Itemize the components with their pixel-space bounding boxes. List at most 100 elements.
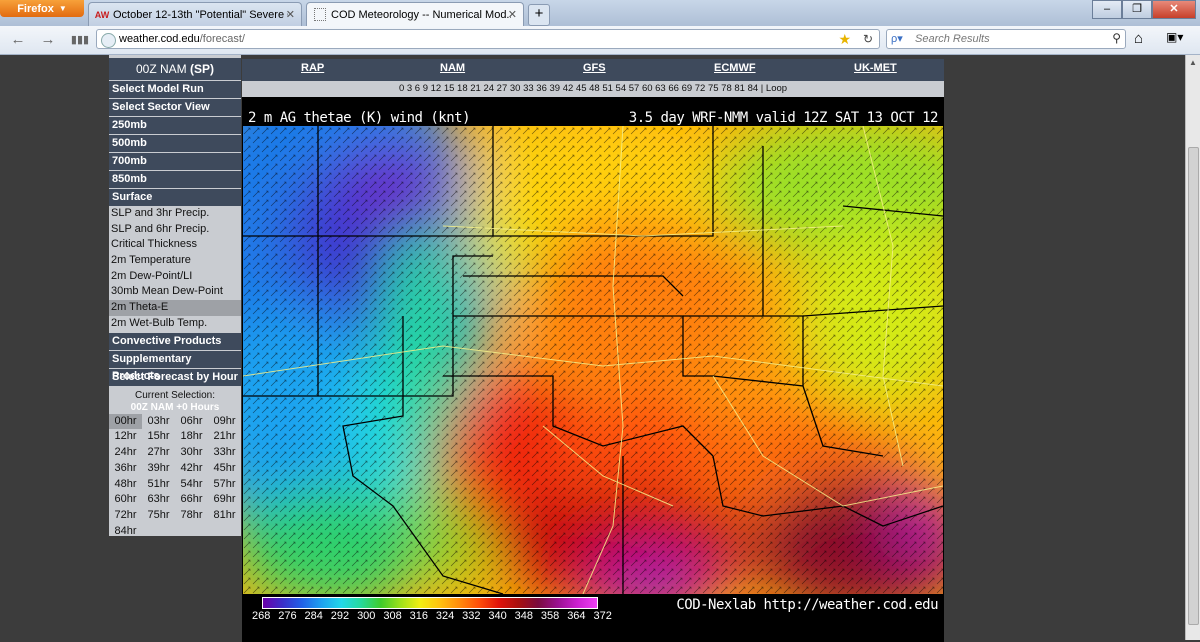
close-window-button[interactable]: ✕ [1152, 0, 1196, 19]
menu-surface[interactable]: Surface [109, 189, 241, 206]
forecast-hour-link[interactable]: 57hr [208, 477, 241, 493]
legend-tick: 340 [488, 610, 507, 622]
dropdown-arrow-icon: ▼ [58, 4, 67, 13]
menu-supplementary-products[interactable]: Supplementary Products [109, 350, 241, 382]
model-link-rap[interactable]: RAP [301, 62, 324, 74]
surface-item[interactable]: 30mb Mean Dew-Point [109, 284, 241, 301]
surface-item[interactable]: 2m Temperature [109, 253, 241, 269]
surface-item[interactable]: Critical Thickness [109, 237, 241, 254]
forecast-hour-link[interactable]: 09hr [208, 414, 241, 430]
model-link-ecmwf[interactable]: ECMWF [714, 62, 756, 74]
forecast-hour-links[interactable]: 0 3 6 9 12 15 18 21 24 27 30 33 36 39 42… [242, 81, 944, 97]
forecast-hour-link[interactable]: 03hr [142, 414, 175, 430]
menu-500mb[interactable]: 500mb [109, 135, 241, 152]
model-link-ukmet[interactable]: UK-MET [854, 62, 897, 74]
forecast-hour-link[interactable]: 15hr [142, 429, 175, 445]
page-scrollbar[interactable]: ▲ [1185, 55, 1200, 640]
close-tab-icon[interactable]: ✕ [286, 8, 295, 21]
current-selection-label: Current Selection: [134, 389, 216, 401]
search-placeholder: Search Results [915, 33, 990, 45]
restore-button[interactable]: ❐ [1122, 0, 1152, 19]
map-valid-time: 3.5 day WRF-NMM valid 12Z SAT 13 OCT 12 [628, 110, 939, 126]
search-input[interactable]: ρ▾ Search Results ⚲ [886, 29, 1126, 49]
menu-850mb[interactable]: 850mb [109, 171, 241, 188]
forecast-hour-link[interactable]: 36hr [109, 461, 142, 477]
menu-250mb[interactable]: 250mb [109, 117, 241, 134]
surface-item[interactable]: SLP and 3hr Precip. [109, 206, 241, 222]
forecast-hour-link[interactable]: 45hr [208, 461, 241, 477]
forecast-hour-link[interactable]: 12hr [109, 429, 142, 445]
page-favicon-icon [313, 8, 327, 21]
current-selection: Current Selection: 00Z NAM +0 Hours [109, 390, 241, 414]
home-icon[interactable]: ⌂ [1134, 30, 1143, 47]
forecast-hour-link[interactable]: 84hr [109, 524, 142, 540]
forecast-hour-link[interactable]: 63hr [142, 492, 175, 508]
address-bar[interactable]: weather.cod.edu/forecast/ ★ ↻ [96, 29, 880, 49]
select-sector-view[interactable]: Select Sector View [109, 99, 241, 116]
forecast-hour-link[interactable]: 66hr [175, 492, 208, 508]
back-arrow-icon[interactable]: ← [8, 30, 28, 50]
tab-label: COD Meteorology -- Numerical Mod... [331, 8, 511, 21]
addon-bar-icon[interactable]: ▣▾ [1166, 30, 1183, 44]
forecast-hour-link[interactable]: 48hr [109, 477, 142, 493]
legend-tick: 316 [409, 610, 428, 622]
minimize-button[interactable]: – [1092, 0, 1122, 19]
forward-arrow-icon[interactable]: → [38, 30, 58, 50]
forecast-hour-link[interactable]: 06hr [175, 414, 208, 430]
url-domain: weather.cod.edu [119, 33, 200, 45]
forecast-hour-link[interactable]: 27hr [142, 445, 175, 461]
forecast-hour-link[interactable]: 78hr [175, 508, 208, 524]
surface-item[interactable]: SLP and 6hr Precip. [109, 221, 241, 238]
model-link-gfs[interactable]: GFS [583, 62, 606, 74]
select-model-run[interactable]: Select Model Run [109, 81, 241, 98]
forecast-hour-link[interactable]: 75hr [142, 508, 175, 524]
scrollbar-thumb[interactable] [1188, 147, 1199, 625]
close-tab-icon[interactable]: ✕ [508, 8, 517, 21]
site-identity-icon[interactable] [101, 33, 116, 48]
forecast-hour-link[interactable]: 18hr [175, 429, 208, 445]
menu-700mb[interactable]: 700mb [109, 153, 241, 170]
firefox-menu-button[interactable]: Firefox ▼ [0, 0, 84, 17]
legend-tick: 372 [593, 610, 612, 622]
forecast-hour-link[interactable]: 69hr [208, 492, 241, 508]
map-credit: COD-Nexlab http://weather.cod.edu [676, 597, 938, 613]
forecast-hour-link[interactable]: 33hr [208, 445, 241, 461]
search-icon[interactable]: ⚲ [1112, 31, 1121, 45]
model-link-nam[interactable]: NAM [440, 62, 465, 74]
forecast-hour-link[interactable]: 72hr [109, 508, 142, 524]
menu-convective-products[interactable]: Convective Products [109, 332, 241, 350]
firefox-button-label: Firefox [17, 2, 54, 15]
bookmark-star-icon[interactable]: ★ [838, 31, 851, 48]
model-region: (SP) [190, 62, 215, 76]
forecast-hour-link[interactable]: 30hr [175, 445, 208, 461]
legend-tick: 292 [330, 610, 350, 622]
surface-item[interactable]: 2m Wet-Bulb Temp. [109, 315, 241, 332]
model-links-bar: RAP NAM GFS ECMWF UK-MET [242, 59, 944, 81]
new-tab-button[interactable]: + [528, 4, 550, 26]
forecast-hour-link[interactable]: 60hr [109, 492, 142, 508]
surface-item-selected[interactable]: 2m Theta-E [109, 300, 241, 316]
scroll-up-arrow-icon[interactable]: ▲ [1189, 58, 1197, 67]
forecast-hour-link[interactable]: 42hr [175, 461, 208, 477]
tab-cod-meteorology[interactable]: COD Meteorology -- Numerical Mod... ✕ [306, 2, 524, 26]
map-title: 2 m AG thetae (K) wind (knt) [248, 110, 471, 126]
forecast-hour-link[interactable]: 21hr [208, 429, 241, 445]
legend-tick: 364 [567, 610, 586, 622]
window-controls: – ❐ ✕ [1092, 0, 1196, 19]
legend-tick-labels: 268 276 284 292 300 308 316 324 332 340 348 358 364 3… [252, 610, 612, 622]
menu-select-forecast-hour[interactable]: Select Forecast by Hour [109, 368, 241, 386]
reload-icon[interactable]: ↻ [863, 32, 873, 46]
forecast-hour-link[interactable]: 39hr [142, 461, 175, 477]
legend-tick: 300 [357, 610, 376, 622]
forecast-hour-link[interactable]: 51hr [142, 477, 175, 493]
tab-forum[interactable]: AW October 12-13th "Potential" Severe O.… [88, 2, 302, 26]
forecast-hour-link[interactable]: 24hr [109, 445, 142, 461]
legend-tick: 348 [514, 610, 534, 622]
forecast-hour-link[interactable]: 81hr [208, 508, 241, 524]
legend-tick: 324 [435, 610, 455, 622]
surface-item[interactable]: 2m Dew-Point/LI [109, 268, 241, 285]
forecast-hour-link[interactable]: 54hr [175, 477, 208, 493]
search-engine-icon[interactable]: ρ▾ [891, 32, 903, 45]
history-bars-icon[interactable]: ▮▮▮ [70, 30, 90, 50]
forecast-hour-selected[interactable]: 00hr [109, 413, 142, 430]
